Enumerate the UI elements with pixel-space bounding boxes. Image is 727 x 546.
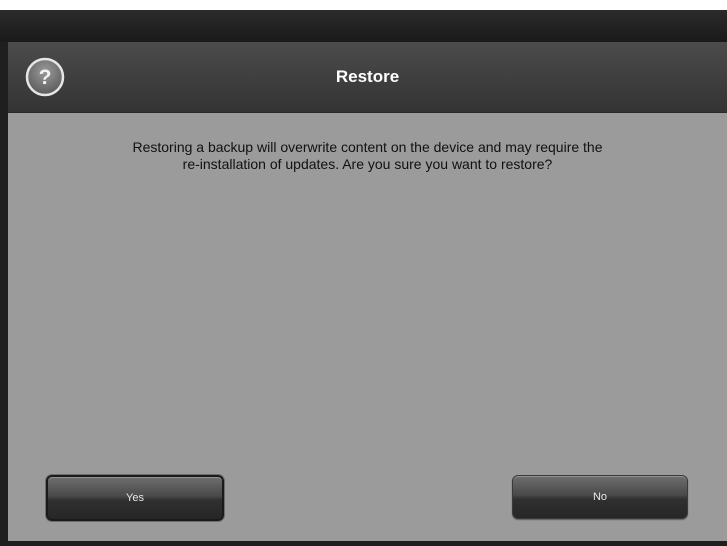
no-button[interactable]: No [512,475,688,519]
svg-text:?: ? [39,66,52,89]
window-top-strip [0,10,727,42]
dialog-title: Restore [335,67,400,86]
dialog-title-bar: ? Restore [8,42,727,113]
message-line-2: re-installation of updates. Are you sure… [182,156,553,172]
message-line-1: Restoring a backup will overwrite conten… [132,139,603,155]
dialog-message: Restoring a backup will overwrite conten… [48,139,687,173]
dialog-body: Restoring a backup will overwrite conten… [8,113,727,541]
help-icon[interactable]: ? [25,57,65,97]
yes-button[interactable]: Yes [46,475,224,521]
